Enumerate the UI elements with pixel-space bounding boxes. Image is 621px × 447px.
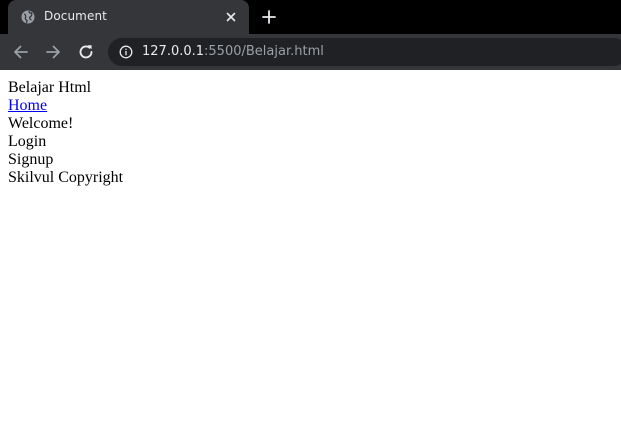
- reload-icon[interactable]: [76, 42, 96, 62]
- info-icon[interactable]: [119, 45, 133, 59]
- welcome-text: Welcome!: [8, 115, 74, 132]
- footer-text: Skilvul Copyright: [8, 169, 124, 186]
- signup-text: Signup: [8, 151, 54, 168]
- home-link[interactable]: Home: [8, 97, 47, 115]
- arrow-right-icon[interactable]: [43, 42, 63, 62]
- page-heading-text: Belajar Html: [8, 79, 92, 96]
- globe-icon: [21, 10, 35, 24]
- url-path: :5500/Belajar.html: [204, 44, 324, 59]
- arrow-left-icon[interactable]: [11, 42, 31, 62]
- tab-document[interactable]: Document: [8, 0, 249, 34]
- tab-title: Document: [44, 9, 107, 23]
- plus-icon[interactable]: [261, 9, 277, 25]
- browser-toolbar: 127.0.0.1:5500/Belajar.html: [0, 34, 621, 70]
- close-icon[interactable]: [224, 10, 238, 24]
- address-bar[interactable]: 127.0.0.1:5500/Belajar.html: [108, 38, 621, 66]
- url-host: 127.0.0.1: [142, 44, 205, 59]
- login-text: Login: [8, 133, 47, 150]
- page-content: Belajar Html Home Welcome! Login Signup …: [0, 70, 621, 447]
- url-text: 127.0.0.1:5500/Belajar.html: [142, 44, 324, 59]
- tab-strip: Document: [0, 0, 621, 34]
